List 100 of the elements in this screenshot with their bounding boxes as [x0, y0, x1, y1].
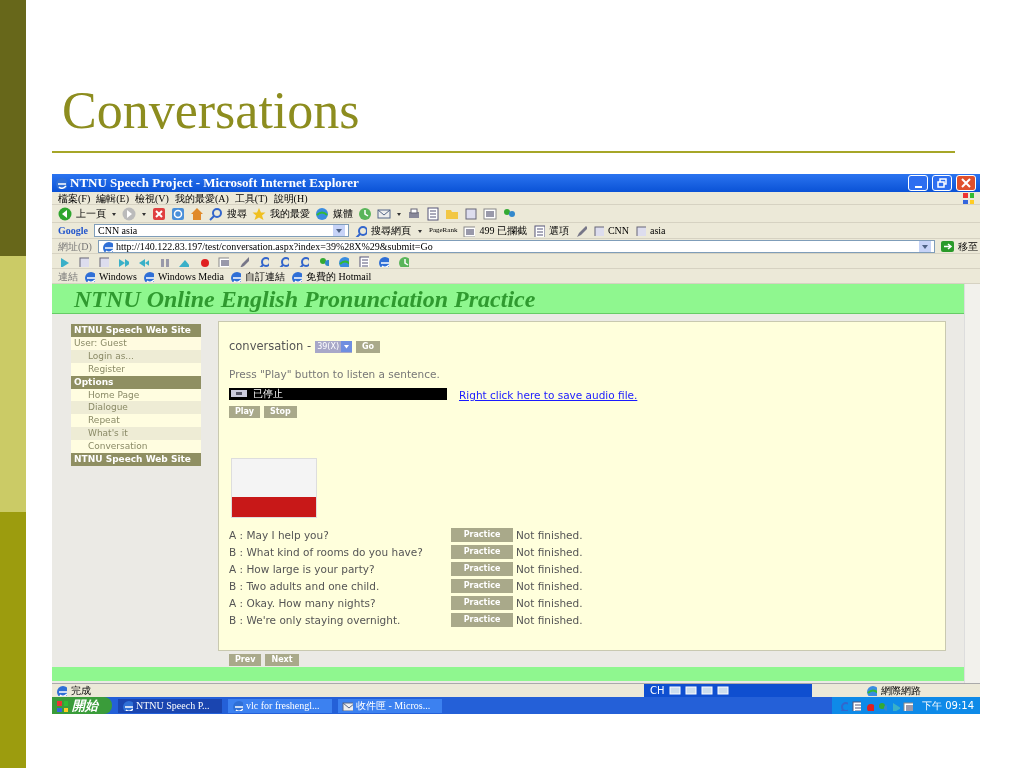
sidebar-header: NTNU Speech Web Site [71, 324, 201, 338]
toolbar-button[interactable] [464, 206, 478, 221]
address-label: 網址(D) [58, 239, 92, 254]
links-label: 連結 [58, 269, 78, 284]
options-button[interactable]: 選項 [532, 223, 569, 239]
search-icon[interactable] [278, 255, 289, 267]
binoculars-icon [355, 224, 367, 237]
window-title: NTNU Speech Project - Microsoft Internet Explorer [70, 174, 359, 193]
restore-button[interactable] [932, 175, 952, 192]
stop-icon [152, 206, 166, 221]
toolbar-button[interactable] [152, 206, 166, 221]
restore-icon [937, 178, 947, 189]
back-icon [58, 206, 72, 221]
window-icon [342, 700, 353, 712]
caret-icon[interactable] [417, 227, 423, 234]
windows-logo-icon [56, 699, 68, 712]
minimize-button[interactable] [908, 175, 928, 192]
clock: 下午 09:14 [922, 699, 974, 714]
status-text: Not finished. [516, 578, 583, 594]
popup-blocked-button[interactable]: 499 已攔截 [463, 223, 527, 239]
media-player[interactable]: 已停止 [229, 387, 447, 400]
status-text: Not finished. [516, 595, 583, 611]
toolbar-button[interactable]: 搜尋 [209, 206, 247, 222]
link-button[interactable]: Windows [84, 268, 137, 284]
keyboard-icon [668, 685, 681, 697]
link-button[interactable]: 免費的 Hotmail [290, 268, 372, 284]
toolbar-button[interactable] [407, 206, 421, 221]
star-icon [252, 206, 266, 221]
globe-icon [866, 685, 877, 697]
toolbar-button[interactable] [190, 206, 204, 221]
popup-icon [463, 224, 476, 237]
page-icon [592, 225, 604, 237]
arrow-icon [941, 240, 954, 252]
taskbar-button[interactable]: vlc for freshengl... [228, 698, 332, 713]
globe-icon [315, 206, 329, 221]
bookmark-button[interactable]: asia [635, 223, 666, 239]
caret-icon[interactable] [111, 210, 117, 217]
dropdown-icon [341, 341, 353, 353]
user-label: User: Guest [71, 337, 201, 350]
tray-icon[interactable] [903, 700, 913, 711]
link-button[interactable]: 自訂連結 [229, 268, 285, 284]
taskbar-button[interactable]: 收件匣 - Micros... [338, 698, 442, 713]
menu-item[interactable]: 檢視(V) [135, 190, 169, 206]
close-button[interactable] [956, 175, 976, 192]
page-icon [101, 240, 113, 252]
people-icon[interactable] [318, 255, 329, 267]
clock-icon[interactable] [398, 255, 409, 267]
dialogue-line: A : Okay. How many nights? [229, 595, 377, 611]
toolbar-button[interactable] [358, 206, 372, 221]
image-icon[interactable] [218, 255, 229, 267]
slide-title: Conversations [62, 82, 361, 140]
start-button[interactable]: 開始 [52, 697, 112, 715]
player-button-icon [231, 388, 247, 400]
sidebar-item[interactable]: Repeat [71, 414, 201, 427]
globe-icon[interactable] [378, 255, 389, 267]
document-icon [426, 206, 440, 221]
toolbar-button[interactable] [122, 206, 136, 221]
windows-logo-icon [962, 192, 974, 205]
play-icon[interactable] [58, 255, 69, 267]
toolbar-button[interactable]: 上一頁 [58, 206, 106, 222]
document-icon[interactable] [358, 255, 369, 267]
caret-icon[interactable] [396, 210, 402, 217]
bookmark-button[interactable]: CNN [592, 223, 629, 239]
vertical-scrollbar[interactable] [964, 284, 980, 684]
menu-item[interactable]: 檔案(F) [58, 190, 91, 206]
toolbar-button[interactable] [171, 206, 185, 221]
menu-item[interactable]: 編輯(E) [96, 190, 129, 206]
search-web-button[interactable]: 搜尋網頁 [355, 223, 411, 239]
page-icon [229, 270, 241, 282]
address-field[interactable]: http://140.122.83.197/test/conversation.aspx?index=39%28X%29&submit=Go [97, 239, 935, 253]
status-text: Not finished. [516, 544, 583, 560]
toolbar-button[interactable] [377, 206, 391, 221]
taskbar-button[interactable]: NTNU Speech P... [118, 698, 222, 713]
menu-item[interactable]: 我的最愛(A) [174, 190, 229, 206]
toolbar-button[interactable]: 媒體 [315, 206, 353, 222]
page-icon [56, 685, 67, 697]
language-bar[interactable]: CH [644, 683, 812, 698]
search-icon[interactable] [258, 255, 269, 267]
save-audio-link[interactable]: Right click here to save audio file. [459, 388, 638, 404]
dialogue-line: B : What kind of rooms do you have? [229, 544, 424, 560]
toolbar-button[interactable] [483, 206, 497, 221]
dialogue-line: A : May I help you? [229, 527, 330, 543]
toolbar-button[interactable]: 我的最愛 [252, 206, 310, 222]
go-button[interactable]: 移至 [941, 238, 978, 254]
page-icon [635, 225, 646, 237]
mail-icon [377, 206, 391, 221]
window-icon [122, 700, 133, 712]
status-text: Not finished. [516, 561, 583, 577]
tray-icon[interactable] [851, 700, 861, 711]
menu-item[interactable]: 說明(H) [273, 190, 308, 206]
link-button[interactable]: Windows Media [142, 268, 224, 284]
menu-item[interactable]: 工具(T) [234, 190, 268, 206]
toolbar-button[interactable] [426, 206, 440, 221]
globe-icon[interactable] [338, 255, 349, 267]
status-text: Not finished. [516, 527, 583, 543]
search-icon[interactable] [298, 255, 309, 267]
page-icon [142, 270, 154, 282]
caret-icon[interactable] [141, 210, 147, 217]
search-field[interactable]: CNN asia [94, 224, 349, 238]
minimize-icon [914, 185, 922, 188]
